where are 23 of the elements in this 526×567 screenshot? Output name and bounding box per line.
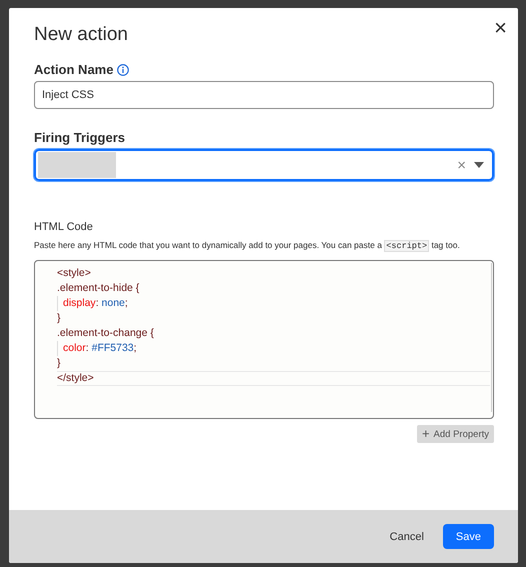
- code-line: }: [57, 311, 62, 326]
- field-description: Paste here any HTML code that you want to dynamically add to your pages. You can paste a <script> tag too.: [34, 239, 461, 254]
- code-editor[interactable]: <style> .element-to-hide { display: none; } .element-to-change { color: #FF5733; } </style>: [34, 260, 494, 419]
- field-label: Action Name: [34, 62, 114, 77]
- caret-icon[interactable]: [474, 162, 484, 168]
- code-line: }: [57, 356, 62, 371]
- code-line: .element-to-change {: [57, 326, 155, 341]
- code-line: .element-to-hide {: [57, 281, 140, 296]
- code-line: color: #FF5733;: [57, 341, 493, 356]
- code-line: display: none;: [57, 296, 493, 311]
- add-property-button[interactable]: + Add Property: [416, 425, 494, 443]
- dialog-title: New action: [34, 24, 129, 46]
- close-button[interactable]: ×: [494, 19, 507, 37]
- info-icon[interactable]: [117, 64, 130, 76]
- clear-button[interactable]: ×: [457, 156, 466, 174]
- cancel-button[interactable]: Cancel: [388, 524, 426, 549]
- action-name-field[interactable]: Inject CSS: [34, 81, 494, 109]
- code-line: </style>: [57, 371, 490, 386]
- field-label: Firing Triggers: [34, 130, 126, 145]
- field-label: HTML Code: [34, 221, 94, 233]
- save-button[interactable]: Save: [442, 524, 494, 549]
- triggers-select[interactable]: ×: [34, 149, 494, 181]
- code-line: <style>: [57, 266, 92, 281]
